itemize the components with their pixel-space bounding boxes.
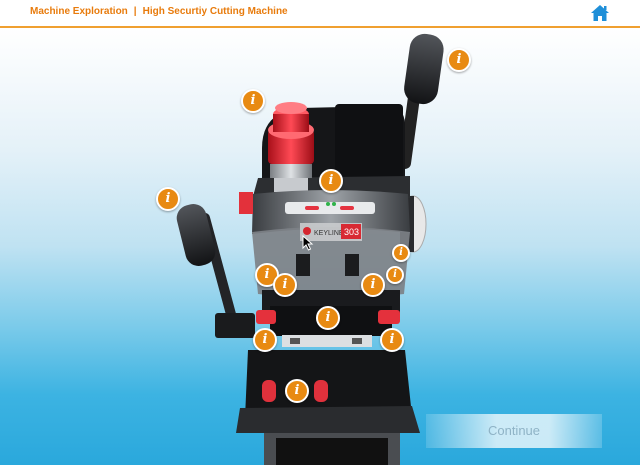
brand-label: KEYLINE — [314, 230, 344, 237]
mouse-cursor-icon — [302, 235, 314, 251]
info-hotspot-side-button[interactable]: i — [156, 187, 180, 211]
continue-button[interactable]: Continue — [426, 414, 602, 448]
machine-base — [236, 350, 420, 465]
info-hotspot-right-knob[interactable]: i — [380, 328, 404, 352]
info-hotspot-right-lever[interactable]: i — [447, 48, 471, 72]
info-hotspot-left-tracer[interactable]: i — [273, 273, 297, 297]
info-hotspot-right-guide[interactable]: i — [386, 266, 404, 284]
breadcrumb: Machine Exploration | High Securtiy Cuttin… — [30, 6, 288, 17]
top-bar: Machine Exploration | High Securtiy Cuttin… — [0, 0, 640, 28]
info-hotspot-right-tracer[interactable]: i — [361, 273, 385, 297]
breadcrumb-separator: | — [133, 6, 137, 17]
breadcrumb-section[interactable]: Machine Exploration — [30, 6, 128, 17]
key-cutting-machine: KEYLINE 303 — [176, 33, 444, 465]
left-lever — [176, 204, 255, 338]
info-hotspot-chuck[interactable]: i — [319, 169, 343, 193]
info-hotspot-base-buttons[interactable]: i — [285, 379, 309, 403]
info-hotspot-clamp[interactable]: i — [316, 306, 340, 330]
breadcrumb-page: High Securtiy Cutting Machine — [142, 6, 288, 17]
machine-stage: KEYLINE 303 i i i i i i i i i i i i i Co… — [0, 28, 640, 465]
model-label: 303 — [344, 227, 359, 237]
info-hotspot-shield-edge[interactable]: i — [392, 244, 410, 262]
home-icon[interactable] — [589, 2, 611, 24]
info-hotspot-red-knob[interactable]: i — [241, 89, 265, 113]
red-knob — [268, 102, 314, 192]
info-hotspot-left-knob[interactable]: i — [253, 328, 277, 352]
